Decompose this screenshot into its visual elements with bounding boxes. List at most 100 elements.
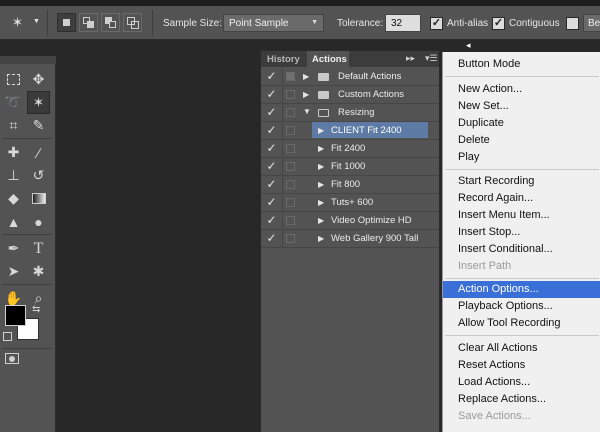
expand-triangle-icon[interactable]: ▶ [318, 234, 324, 243]
history-brush-icon[interactable]: ↺ [27, 164, 50, 187]
expand-triangle-icon[interactable]: ▶ [318, 216, 324, 225]
expand-triangle-icon[interactable]: ▶ [318, 144, 324, 153]
toggle-checkmark-icon[interactable]: ✓ [261, 104, 283, 121]
menu-item-clear-all-actions[interactable]: Clear All Actions [443, 340, 600, 357]
dodge-icon[interactable]: ● [27, 210, 50, 233]
menu-item-duplicate[interactable]: Duplicate [443, 115, 600, 132]
actions-list-empty-area[interactable] [261, 248, 439, 432]
action-row[interactable]: ✓ ▶ Fit 800 [261, 176, 439, 194]
menu-item-replace-actions[interactable]: Replace Actions... [443, 391, 600, 408]
anti-alias-checkbox[interactable]: ✓ [430, 17, 443, 30]
intersect-selection-button[interactable] [123, 13, 142, 32]
menu-item-delete[interactable]: Delete [443, 132, 600, 149]
crop-icon[interactable]: ⌗ [2, 114, 25, 137]
tab-history[interactable]: History [265, 51, 305, 67]
menu-item-insert-conditional[interactable]: Insert Conditional... [443, 241, 600, 258]
tab-actions[interactable]: Actions [307, 51, 349, 67]
action-row[interactable]: ✓ ▶ Fit 2400 [261, 140, 439, 158]
action-label: Fit 1000 [331, 161, 366, 172]
magic-wand-preset-icon[interactable]: ✶ [6, 11, 29, 34]
menu-item-action-options[interactable]: Action Options... [443, 281, 600, 298]
dialog-toggle-icon[interactable] [286, 126, 295, 135]
marquee-icon[interactable] [2, 68, 25, 91]
add-to-selection-button[interactable] [79, 13, 98, 32]
preset-dropdown-arrow-icon[interactable]: ▼ [33, 18, 40, 25]
menu-item-new-set[interactable]: New Set... [443, 98, 600, 115]
menu-item-button-mode[interactable]: Button Mode [443, 56, 600, 73]
eraser-icon[interactable]: ◆ [2, 187, 25, 210]
menu-item-load-actions[interactable]: Load Actions... [443, 374, 600, 391]
dialog-toggle-icon[interactable] [286, 234, 295, 243]
healing-brush-icon[interactable]: ✚ [2, 141, 25, 164]
toggle-checkmark-icon[interactable]: ✓ [261, 194, 283, 211]
pen-icon[interactable]: ✒ [2, 237, 25, 260]
collapse-triangle-icon[interactable]: ▼ [303, 107, 311, 116]
toggle-checkmark-icon[interactable]: ✓ [261, 158, 283, 175]
magic-wand-icon[interactable]: ✶ [27, 91, 50, 114]
menu-item-insert-menu-item[interactable]: Insert Menu Item... [443, 207, 600, 224]
options-divider [47, 10, 48, 36]
toggle-checkmark-icon[interactable]: ✓ [261, 86, 283, 103]
menu-item-start-recording[interactable]: Start Recording [443, 173, 600, 190]
default-colors-icon[interactable] [3, 332, 12, 341]
foreground-color-swatch[interactable] [5, 305, 26, 326]
action-set-row[interactable]: ✓ ▶ Custom Actions [261, 86, 439, 104]
toggle-checkmark-icon[interactable]: ✓ [261, 122, 283, 139]
action-set-row[interactable]: ✓ ▼ Resizing [261, 104, 439, 122]
dialog-toggle-icon[interactable] [286, 72, 295, 81]
clone-stamp-icon[interactable]: ⊥ [2, 164, 25, 187]
eyedropper-icon[interactable]: ✎ [27, 114, 50, 137]
toggle-checkmark-icon[interactable]: ✓ [261, 230, 283, 247]
sample-size-select[interactable]: Point Sample ▼ [223, 14, 324, 32]
action-label: Tuts+ 600 [331, 197, 374, 208]
lasso-icon[interactable]: ➰ [2, 91, 25, 114]
type-icon[interactable]: T [27, 237, 50, 260]
swap-colors-icon[interactable]: ⇆ [32, 304, 40, 315]
panel-menu-icon[interactable]: ▾☰ [425, 53, 438, 64]
blur-icon[interactable]: ▲ [2, 210, 25, 233]
expand-triangle-icon[interactable]: ▶ [318, 180, 324, 189]
expand-triangle-icon[interactable]: ▶ [318, 126, 324, 135]
action-row[interactable]: ✓ ▶ Fit 1000 [261, 158, 439, 176]
dialog-toggle-icon[interactable] [286, 90, 295, 99]
action-row[interactable]: ✓ ▶ Video Optimize HD [261, 212, 439, 230]
new-selection-button[interactable] [57, 13, 76, 32]
toggle-checkmark-icon[interactable]: ✓ [261, 68, 283, 85]
dialog-toggle-icon[interactable] [286, 180, 295, 189]
toggle-checkmark-icon[interactable]: ✓ [261, 212, 283, 229]
move-icon[interactable]: ✥ [27, 68, 50, 91]
expand-triangle-icon[interactable]: ▶ [303, 90, 309, 99]
toggle-checkmark-icon[interactable]: ✓ [261, 140, 283, 157]
quick-mask-icon[interactable] [5, 353, 19, 364]
expand-triangle-icon[interactable]: ▶ [303, 72, 309, 81]
collapse-panel-icon[interactable]: ▸▸ [406, 53, 415, 64]
sample-all-layers-checkbox[interactable] [566, 17, 579, 30]
menu-item-new-action[interactable]: New Action... [443, 81, 600, 98]
menu-item-allow-tool-recording[interactable]: Allow Tool Recording [443, 315, 600, 332]
gradient-icon[interactable] [27, 187, 50, 210]
expand-triangle-icon[interactable]: ▶ [318, 198, 324, 207]
dialog-toggle-icon[interactable] [286, 162, 295, 171]
menu-item-record-again[interactable]: Record Again... [443, 190, 600, 207]
contiguous-checkbox[interactable]: ✓ [492, 17, 505, 30]
menu-item-play[interactable]: Play [443, 149, 600, 166]
menu-item-insert-stop[interactable]: Insert Stop... [443, 224, 600, 241]
tolerance-input[interactable]: 32 [385, 14, 421, 32]
shape-icon[interactable]: ✱ [27, 260, 50, 283]
brush-icon[interactable]: ∕ [27, 141, 50, 164]
dialog-toggle-icon[interactable] [286, 198, 295, 207]
dialog-toggle-icon[interactable] [286, 144, 295, 153]
menu-item-reset-actions[interactable]: Reset Actions [443, 357, 600, 374]
action-row[interactable]: ✓ ▶ Tuts+ 600 [261, 194, 439, 212]
dialog-toggle-icon[interactable] [286, 216, 295, 225]
action-row-selected[interactable]: ✓ ▶ CLIENT Fit 2400 [261, 122, 439, 140]
dialog-toggle-icon[interactable] [286, 108, 295, 117]
path-selection-icon[interactable]: ➤ [2, 260, 25, 283]
action-row[interactable]: ✓ ▶ Web Gallery 900 Tall [261, 230, 439, 248]
action-set-row[interactable]: ✓ ▶ Default Actions [261, 68, 439, 86]
subtract-from-selection-button[interactable] [101, 13, 120, 32]
expand-triangle-icon[interactable]: ▶ [318, 162, 324, 171]
refine-edge-button[interactable]: Ber [583, 14, 600, 32]
toggle-checkmark-icon[interactable]: ✓ [261, 176, 283, 193]
menu-item-playback-options[interactable]: Playback Options... [443, 298, 600, 315]
